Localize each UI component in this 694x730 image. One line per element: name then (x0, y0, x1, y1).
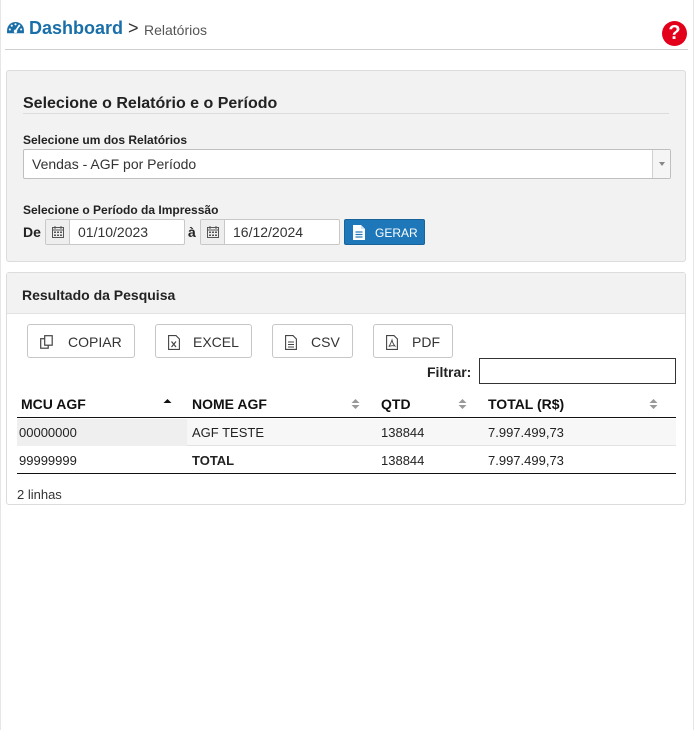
csv-button[interactable]: CSV (272, 324, 353, 358)
cell-total: 7.997.499,73 (488, 425, 564, 440)
page-header: Dashboard > Relatórios ? (5, 14, 688, 50)
select-arrow-icon[interactable] (652, 150, 670, 178)
cell-nome-agf: AGF TESTE (192, 425, 264, 440)
copy-icon (40, 335, 53, 349)
excel-file-icon (168, 335, 180, 350)
calendar-icon[interactable] (201, 220, 225, 244)
date-from-value: 01/10/2023 (78, 224, 149, 240)
pdf-button[interactable]: PDF (373, 324, 453, 358)
filter-label: Filtrar: (427, 364, 472, 380)
divider (23, 113, 669, 114)
breadcrumb-separator: > (128, 18, 139, 38)
date-from-field[interactable]: 01/10/2023 (45, 219, 185, 245)
results-title: Resultado da Pesquisa (22, 287, 176, 303)
copy-button-label: COPIAR (68, 334, 122, 350)
row-count: 2 linhas (17, 487, 62, 502)
cell-mcu-agf: 00000000 (19, 425, 77, 440)
results-panel-header: Resultado da Pesquisa (7, 273, 685, 314)
column-header-nome-agf[interactable]: NOME AGF (192, 396, 267, 412)
panel-title: Selecione o Relatório e o Período (23, 95, 278, 112)
sort-both-icon[interactable] (458, 398, 467, 410)
dashboard-link[interactable]: Dashboard (29, 18, 123, 39)
filter-input[interactable] (479, 358, 676, 384)
report-selection-panel: Selecione o Relatório e o Período Seleci… (6, 70, 686, 262)
report-select[interactable]: Vendas - AGF por Período (23, 149, 671, 179)
excel-button[interactable]: EXCEL (155, 324, 252, 358)
cell-qtd: 138844 (381, 453, 425, 468)
column-header-qtd[interactable]: QTD (381, 396, 411, 412)
report-select-value: Vendas - AGF por Período (32, 156, 197, 172)
dashboard-gauge-icon (7, 21, 24, 34)
calendar-icon[interactable] (46, 220, 70, 244)
date-to-value: 16/12/2024 (233, 224, 304, 240)
table-row[interactable]: 99999999 TOTAL 138844 7.997.499,73 (17, 447, 676, 474)
csv-button-label: CSV (311, 334, 340, 350)
column-header-mcu-agf[interactable]: MCU AGF (21, 396, 86, 412)
excel-button-label: EXCEL (193, 334, 239, 350)
report-select-label: Selecione um dos Relatórios (23, 133, 188, 147)
sort-ascending-icon[interactable] (163, 398, 172, 410)
csv-file-icon (285, 335, 297, 350)
date-to-field[interactable]: 16/12/2024 (200, 219, 340, 245)
table-row[interactable]: 00000000 AGF TESTE 138844 7.997.499,73 (17, 419, 676, 446)
help-icon[interactable]: ? (662, 21, 687, 46)
pdf-file-icon (386, 335, 398, 350)
date-to-label: à (188, 224, 196, 240)
column-header-total[interactable]: TOTAL (R$) (488, 396, 564, 412)
table-header: MCU AGF NOME AGF QTD TOTAL (R$) (17, 388, 676, 418)
period-label: Selecione o Período da Impressão (23, 203, 219, 217)
generate-button[interactable]: GERAR (344, 219, 425, 245)
cell-qtd: 138844 (381, 425, 425, 440)
copy-button[interactable]: COPIAR (27, 324, 135, 358)
pdf-button-label: PDF (412, 334, 440, 350)
date-from-label: De (23, 224, 41, 240)
document-icon (353, 225, 365, 240)
breadcrumb-current: Relatórios (144, 22, 208, 38)
sort-both-icon[interactable] (351, 398, 360, 410)
generate-button-label: GERAR (375, 226, 418, 240)
cell-nome-agf: TOTAL (192, 453, 235, 468)
sort-both-icon[interactable] (649, 398, 658, 410)
results-panel: Resultado da Pesquisa COPIAR EXCEL CSV P… (6, 272, 686, 505)
cell-total: 7.997.499,73 (488, 453, 564, 468)
cell-mcu-agf: 99999999 (19, 453, 77, 468)
